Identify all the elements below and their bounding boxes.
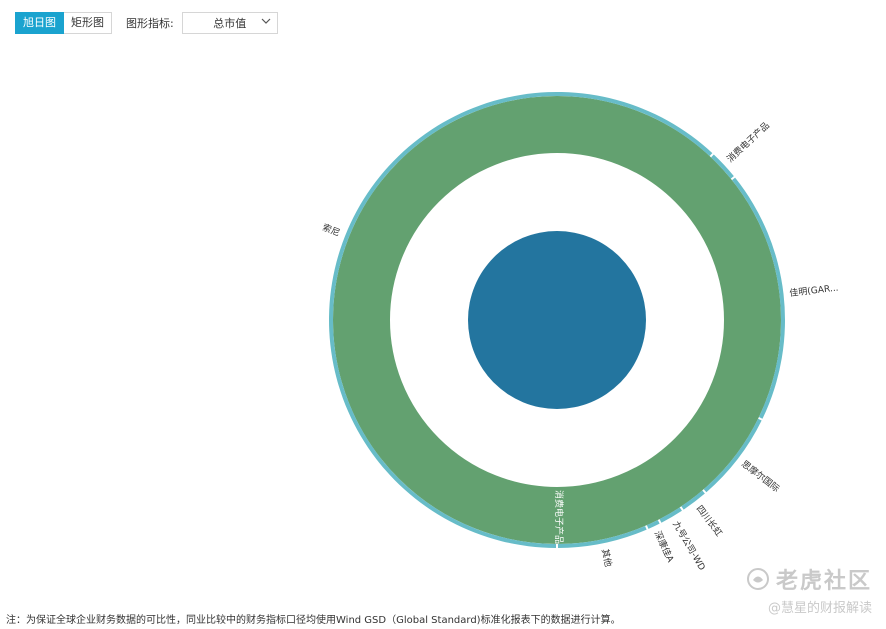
sunburst-outer-label: 九号公司-WD — [670, 519, 707, 572]
sunburst-outer-label: 思摩尔国际 — [739, 458, 782, 495]
sunburst-outer-label: 其他 — [599, 548, 614, 568]
sunburst-inner-label: 消费电子产品 — [553, 490, 565, 544]
sunburst-outer-label: 四川长虹 — [694, 503, 725, 539]
sunburst-outer-label: 佳明(GAR... — [789, 282, 839, 299]
sunburst-center — [468, 231, 646, 409]
watermark: 老虎社区 @慧星的财报解读 — [746, 563, 872, 616]
footnote: 注：为保证全球企业财务数据的可比性，同业比较中的财务指标口径均使用Wind GS… — [6, 615, 621, 626]
watermark-brand: 老虎社区 — [775, 569, 872, 594]
sunburst-chart: 消费电子产品索尼消费电子产品佳明(GAR...思摩尔国际四川长虹九号公司-WD深… — [321, 92, 839, 573]
sunburst-outer-label: 索尼 — [321, 221, 342, 239]
sunburst-outer-label: 消费电子产品 — [724, 119, 772, 165]
tiger-logo-icon — [746, 568, 769, 590]
watermark-sub: @慧星的财报解读 — [767, 601, 872, 616]
sunburst-outer-label: 深康佳A — [652, 529, 677, 565]
